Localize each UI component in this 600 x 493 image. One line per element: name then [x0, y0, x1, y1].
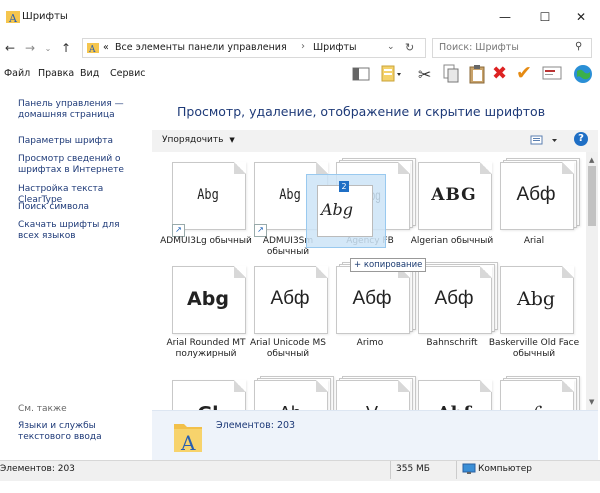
- search-placeholder: Поиск: Шрифты: [439, 42, 519, 53]
- chevron-down-icon: ▼: [229, 136, 235, 144]
- status-item-count: Элементов: 203: [0, 464, 75, 474]
- copy-icon[interactable]: [442, 64, 460, 87]
- scrollbar-thumb[interactable]: [588, 166, 596, 226]
- menu-edit[interactable]: Правка: [38, 68, 74, 79]
- details-item-count: Элементов: 203: [216, 420, 296, 431]
- search-icon[interactable]: ⚲: [575, 41, 582, 52]
- help-icon: ?: [578, 133, 584, 144]
- font-name: Arial Rounded MT полужирный: [166, 338, 246, 359]
- status-size: 355 МБ: [396, 464, 430, 474]
- link-font-info-online[interactable]: Просмотр сведений о шрифтах в Интернете: [18, 154, 138, 176]
- help-button[interactable]: ?: [574, 132, 588, 146]
- font-name: Arimo: [356, 338, 384, 348]
- cut-icon[interactable]: ✂: [418, 65, 431, 84]
- delete-icon[interactable]: ✖: [492, 63, 507, 84]
- properties-icon[interactable]: [380, 64, 404, 87]
- breadcrumb-fonts[interactable]: Шрифты: [313, 42, 357, 53]
- svg-text:A: A: [8, 12, 18, 24]
- link-control-panel-home[interactable]: Панель управления — домашняя страница: [18, 99, 138, 121]
- status-divider: [456, 461, 457, 479]
- status-location: Компьютер: [478, 464, 532, 474]
- organize-button[interactable]: Упорядочить ▼: [162, 135, 235, 145]
- font-name: Algerian обычный: [410, 236, 494, 246]
- font-grid: Abg ↗ ADMUI3Lg обычный Abg ↗ ADMUI3Sm об…: [152, 152, 586, 410]
- link-find-character[interactable]: Поиск символа: [18, 202, 138, 213]
- paste-icon[interactable]: [468, 64, 486, 87]
- globe-icon[interactable]: [572, 63, 594, 88]
- fonts-folder-icon: A: [6, 10, 20, 25]
- address-bar[interactable]: A « Все элементы панели управления › Шри…: [82, 38, 426, 58]
- window-title: Шрифты: [22, 11, 68, 22]
- scroll-down-icon[interactable]: ▼: [589, 398, 594, 406]
- preview-pane-icon[interactable]: [352, 66, 370, 85]
- breadcrumb-control-panel[interactable]: Все элементы панели управления: [115, 42, 287, 53]
- link-text-input-services[interactable]: Языки и службы текстового ввода: [18, 421, 144, 443]
- svg-text:A: A: [180, 431, 196, 454]
- font-sample: Абф: [516, 184, 556, 205]
- font-sample: Gl: [172, 380, 244, 411]
- details-pane: [152, 410, 598, 461]
- maximize-icon: ☐: [539, 10, 551, 24]
- back-arrow-icon: ←: [4, 41, 16, 55]
- font-sample: ℒ: [500, 380, 572, 411]
- up-arrow-icon: ↑: [60, 41, 72, 55]
- scroll-up-icon[interactable]: ▲: [589, 156, 594, 164]
- font-name: Arial Unicode MS обычный: [249, 338, 327, 359]
- minimize-icon: —: [499, 10, 511, 24]
- font-sample: Абф: [270, 288, 310, 309]
- font-sample: Abg: [516, 288, 556, 310]
- checkmark-icon[interactable]: ✔: [516, 62, 532, 84]
- drag-ghost: Abg 2: [306, 174, 386, 248]
- computer-icon: [462, 463, 476, 478]
- organize-label: Упорядочить: [162, 135, 224, 145]
- font-name: Bahnschrift: [426, 338, 478, 348]
- forward-arrow-icon: →: [24, 41, 36, 55]
- font-sample: ABG: [431, 185, 477, 205]
- minimize-button[interactable]: —: [488, 4, 522, 30]
- font-sample: V: [336, 380, 408, 411]
- view-options-button[interactable]: [530, 134, 560, 149]
- copy-tooltip: + копирование: [350, 258, 427, 272]
- breadcrumb-separator[interactable]: ›: [301, 41, 305, 52]
- address-dropdown-icon[interactable]: ⌄: [387, 42, 395, 52]
- forward-button[interactable]: →: [22, 38, 38, 58]
- location-icon: A: [87, 42, 99, 57]
- font-sample: Ab: [254, 380, 326, 411]
- status-divider: [390, 461, 391, 479]
- font-sample: Abg: [187, 288, 229, 310]
- search-input[interactable]: Поиск: Шрифты ⚲: [432, 38, 592, 58]
- breadcrumb-overflow[interactable]: «: [103, 42, 109, 53]
- back-button[interactable]: ←: [2, 38, 18, 58]
- menu-file[interactable]: Файл: [4, 68, 30, 79]
- recent-locations-button[interactable]: ⌄: [40, 38, 56, 58]
- close-button[interactable]: ✕: [564, 4, 598, 30]
- link-download-fonts[interactable]: Скачать шрифты для всех языков: [18, 220, 138, 242]
- refresh-icon[interactable]: ↻: [405, 41, 414, 54]
- drag-count-badge: 2: [339, 181, 349, 192]
- menu-view[interactable]: Вид: [80, 68, 99, 79]
- details-folder-icon: A: [172, 420, 204, 457]
- see-also-heading: См. также: [18, 404, 67, 414]
- font-sample: Абф: [352, 288, 392, 309]
- mail-icon[interactable]: [542, 66, 562, 83]
- font-sample: Abg: [197, 187, 219, 203]
- menu-tools[interactable]: Сервис: [110, 68, 146, 79]
- font-name: ADMUI3Lg обычный: [160, 236, 252, 246]
- page-heading: Просмотр, удаление, отображение и скрыти…: [177, 104, 546, 119]
- up-button[interactable]: ↑: [58, 38, 74, 58]
- close-icon: ✕: [575, 10, 587, 24]
- font-sample: Абф: [434, 288, 474, 309]
- font-sample: Abf: [418, 380, 490, 411]
- font-name: Arial: [523, 236, 545, 246]
- maximize-button[interactable]: ☐: [528, 4, 562, 30]
- drag-sample: Abg: [321, 200, 354, 219]
- chevron-down-icon: ⌄: [44, 43, 52, 53]
- font-name: Baskerville Old Face обычный: [488, 338, 580, 359]
- link-font-settings[interactable]: Параметры шрифта: [18, 136, 138, 147]
- vertical-scrollbar[interactable]: ▲ ▼: [586, 152, 598, 410]
- svg-text:A: A: [88, 45, 96, 54]
